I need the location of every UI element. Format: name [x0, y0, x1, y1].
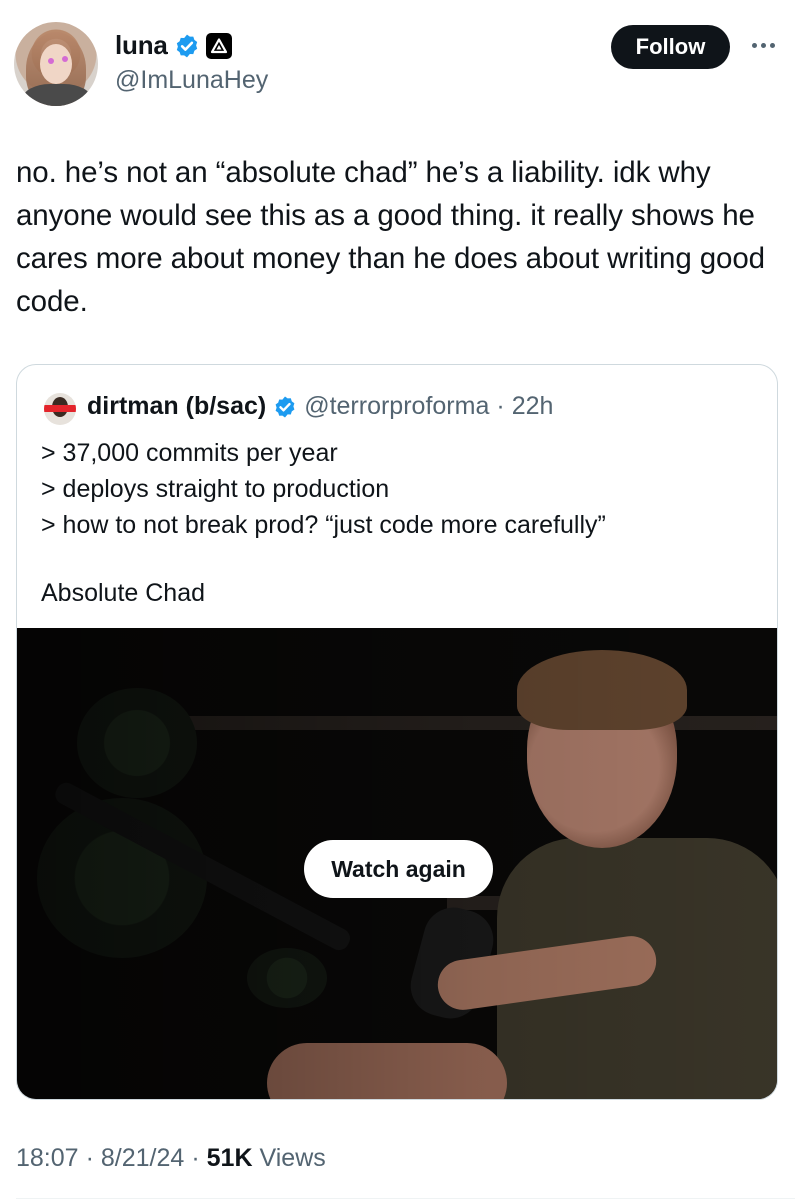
views-count: 51K: [206, 1144, 253, 1172]
follow-button[interactable]: Follow: [611, 25, 730, 69]
more-horizontal-icon[interactable]: [748, 35, 778, 55]
quote-separator: ·: [496, 392, 505, 420]
avatar-sparkle: [48, 58, 54, 64]
author-display-name[interactable]: luna: [115, 30, 168, 61]
quote-timestamp[interactable]: 22h: [512, 392, 554, 421]
tweet-date[interactable]: 8/21/24: [101, 1144, 184, 1173]
quote-avatar[interactable]: [44, 393, 76, 425]
quote-display-name[interactable]: dirtman (b/sac): [87, 392, 266, 421]
avatar-shirt: [22, 84, 92, 106]
quote-handle[interactable]: @terrorproforma: [304, 392, 489, 421]
avatar-sparkle: [62, 56, 68, 62]
verified-badge-icon[interactable]: [174, 33, 200, 59]
more-dot: [760, 42, 766, 48]
more-dot: [769, 42, 775, 48]
meta-separator: ·: [85, 1144, 94, 1172]
meta-separator: ·: [191, 1144, 200, 1172]
views-label: Views: [259, 1144, 326, 1172]
delta-glyph: [210, 37, 227, 53]
author-avatar[interactable]: [14, 22, 98, 106]
quote-header: dirtman (b/sac) @terrorproforma · 22h: [87, 392, 553, 421]
watch-again-button[interactable]: Watch again: [304, 840, 493, 898]
verified-badge-icon: [275, 396, 295, 417]
author-handle[interactable]: @ImLunaHey: [115, 66, 268, 95]
tweet-text: no. he’s not an “absolute chad” he’s a l…: [16, 156, 765, 318]
author-name-row: luna: [115, 30, 232, 61]
more-dot: [751, 42, 757, 48]
tweet-time[interactable]: 18:07: [16, 1144, 79, 1173]
avatar-face: [40, 44, 72, 84]
quote-closing-line: Absolute Chad: [41, 579, 206, 607]
quote-line: > how to not break prod? “just code more…: [41, 511, 606, 539]
delta-icon[interactable]: [205, 32, 232, 59]
quote-text: > 37,000 commits per year > deploys stra…: [41, 435, 606, 543]
tweet-metadata: 18:07 · 8/21/24 · 51K Views: [16, 1144, 326, 1173]
footer-divider: [16, 1198, 795, 1199]
quoted-tweet-card[interactable]: dirtman (b/sac) @terrorproforma · 22h > …: [16, 364, 778, 1100]
quote-line: > 37,000 commits per year: [41, 439, 338, 467]
quote-line: > deploys straight to production: [41, 475, 390, 503]
quote-avatar-redaction-bar: [44, 405, 76, 412]
quote-video[interactable]: Watch again: [17, 628, 777, 1099]
